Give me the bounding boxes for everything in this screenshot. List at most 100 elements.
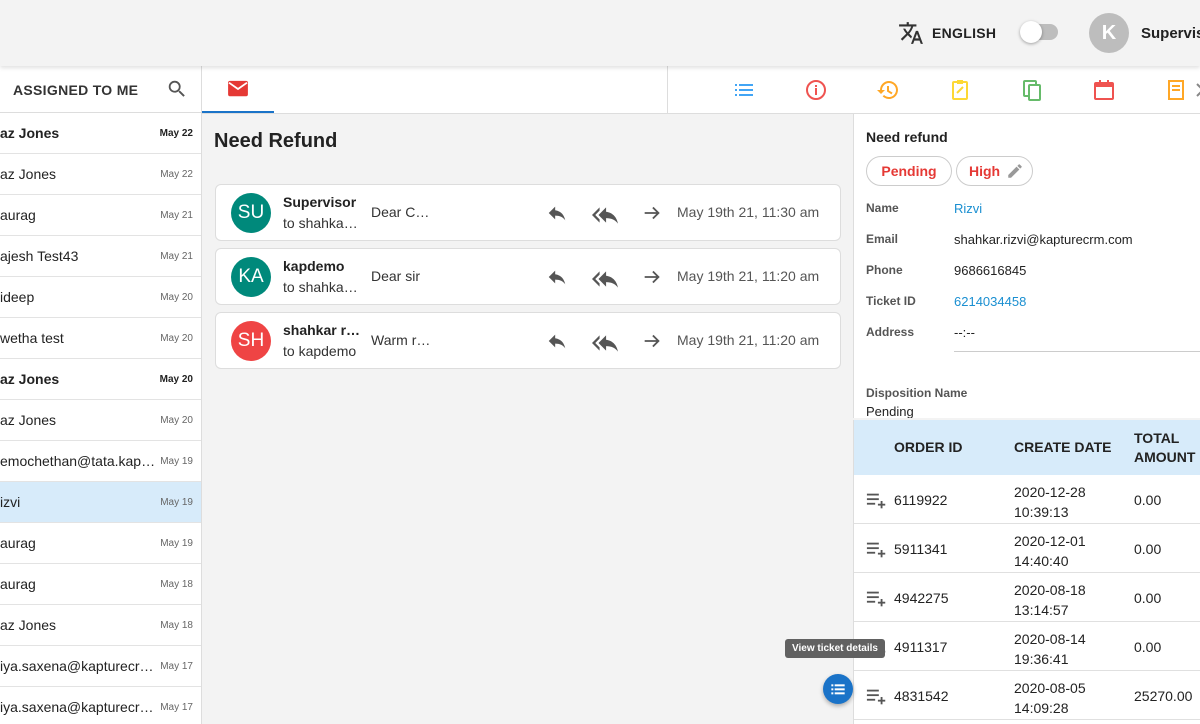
order-date-day: 2020-12-01	[1014, 533, 1086, 549]
email-thread-card[interactable]: SH shahkar rizvi to kapdemo Warm regards…	[215, 312, 841, 369]
view-ticket-details-button[interactable]	[823, 674, 853, 704]
ticket-list-item[interactable]: az Jones May 20	[0, 359, 201, 400]
list-icon[interactable]	[732, 78, 756, 102]
col-order-id[interactable]: ORDER ID	[894, 439, 962, 455]
ticket-list-item-name: aurag	[0, 576, 36, 592]
order-id: 4911317	[894, 639, 948, 655]
ticket-list-item[interactable]: wetha test May 20	[0, 318, 201, 359]
top-bar: ENGLISH K Supervis	[0, 0, 1200, 66]
order-date-day: 2020-08-05	[1014, 680, 1086, 696]
calendar-icon[interactable]	[1092, 78, 1116, 102]
col-create-date[interactable]: CREATE DATE	[1014, 439, 1111, 455]
reply-icon[interactable]	[546, 266, 568, 288]
ticket-list-item-date: May 20	[159, 373, 193, 385]
order-date: 2020-08-18 13:14:57	[1014, 580, 1086, 620]
ticket-list-item[interactable]: az Jones May 18	[0, 605, 201, 646]
language-selector[interactable]: ENGLISH	[898, 20, 996, 46]
ticket-list-item[interactable]: aurag May 21	[0, 195, 201, 236]
ticket-list-item[interactable]: iya.saxena@kapturecrm.com May 17	[0, 687, 201, 724]
ticket-list-item[interactable]: az Jones May 22	[0, 113, 201, 154]
info-icon[interactable]	[804, 78, 828, 102]
translate-icon	[899, 22, 923, 44]
orders-table: ORDER ID CREATE DATE TOTAL AMOUNT 611992…	[853, 420, 1200, 724]
tab-email[interactable]	[202, 66, 274, 113]
add-to-list-icon[interactable]	[866, 490, 888, 510]
ticket-list-item[interactable]: az Jones May 20	[0, 400, 201, 441]
sender-name: kapdemo	[283, 258, 345, 274]
order-date-time: 19:36:41	[1014, 651, 1069, 667]
history-icon[interactable]	[876, 78, 900, 102]
user-avatar[interactable]: K	[1089, 13, 1129, 53]
sender-avatar: SU	[231, 193, 271, 233]
status-chip[interactable]: Pending	[866, 156, 952, 186]
order-date-time: 10:39:13	[1014, 504, 1069, 520]
list-icon	[831, 684, 845, 695]
ticket-list-item[interactable]: ideep May 20	[0, 277, 201, 318]
clipboard-icon[interactable]	[948, 78, 972, 102]
ticket-list-item-date: May 22	[159, 127, 193, 139]
add-to-list-icon[interactable]	[866, 686, 888, 706]
ticket-list-item-name: ajesh Test43	[0, 248, 79, 264]
reply-icon[interactable]	[546, 202, 568, 224]
ticket-list-item[interactable]: aurag May 19	[0, 523, 201, 564]
sender-avatar: KA	[231, 257, 271, 297]
sender-avatar: SH	[231, 321, 271, 361]
order-row[interactable]: 5911341 2020-12-01 14:40:40 0.00	[854, 524, 1200, 573]
ticket-list-item-name: iya.saxena@kapturecrm.com	[0, 658, 156, 674]
sender-name: shahkar rizvi	[283, 322, 361, 338]
forward-icon[interactable]	[641, 330, 663, 352]
ticket-list-item[interactable]: izvi May 19	[0, 482, 201, 523]
col-total-amount[interactable]: TOTAL	[1134, 430, 1179, 446]
email-thread-card[interactable]: KA kapdemo to shahkar.rizvi Dear sir May…	[215, 248, 841, 305]
edit-icon[interactable]	[1006, 162, 1024, 180]
order-amount: 0.00	[1134, 590, 1162, 606]
conversation-title: Need Refund	[214, 130, 338, 152]
order-row[interactable]: 6119922 2020-12-28 10:39:13 0.00	[854, 475, 1200, 524]
ticket-list-item-date: May 18	[160, 578, 193, 590]
order-row[interactable]: 4942275 2020-08-18 13:14:57 0.00	[854, 573, 1200, 622]
orders-table-body: 6119922 2020-12-28 10:39:13 0.00 5911341 …	[854, 475, 1200, 720]
field-value[interactable]: Rizvi	[954, 201, 982, 216]
email-timestamp: May 19th 21, 11:20 am	[677, 268, 820, 284]
receipt-icon[interactable]	[1164, 78, 1188, 102]
order-date: 2020-08-14 19:36:41	[1014, 629, 1086, 669]
ticket-list-item[interactable]: emochethan@tata.kapturecrm.com May 19	[0, 441, 201, 482]
ticket-list: az Jones May 22 az Jones May 22 aurag May …	[0, 113, 201, 724]
field-label: Email	[866, 232, 899, 246]
forward-icon[interactable]	[641, 266, 663, 288]
order-date: 2020-12-01 14:40:40	[1014, 531, 1086, 571]
orders-table-header: ORDER ID CREATE DATE TOTAL AMOUNT	[854, 420, 1200, 475]
order-date-day: 2020-12-28	[1014, 484, 1086, 500]
search-icon[interactable]	[166, 78, 188, 100]
ticket-list-item-name: aurag	[0, 535, 36, 551]
copy-icon[interactable]	[1020, 78, 1044, 102]
order-id: 4831542	[894, 688, 949, 704]
field-label: Phone	[866, 263, 903, 277]
field-label: Ticket ID	[866, 294, 916, 308]
chevron-right-icon[interactable]	[1188, 78, 1200, 102]
ticket-list-item-date: May 18	[160, 619, 193, 631]
add-to-list-icon[interactable]	[866, 539, 888, 559]
email-thread-card[interactable]: SU Supervisor to shahkar.rizvi Dear Cust…	[215, 184, 841, 241]
ticket-list-item[interactable]: ajesh Test43 May 21	[0, 236, 201, 277]
add-to-list-icon[interactable]	[866, 588, 888, 608]
ticket-list-header: ASSIGNED TO ME	[0, 66, 201, 113]
ticket-list-item-name: emochethan@tata.kapturecrm.com	[0, 453, 156, 469]
reply-all-icon[interactable]	[592, 266, 618, 288]
ticket-list-item[interactable]: iya.saxena@kapturecrm.com May 17	[0, 646, 201, 687]
forward-icon[interactable]	[641, 202, 663, 224]
order-row[interactable]: 4831542 2020-08-05 14:09:28 25270.00	[854, 671, 1200, 720]
reply-icon[interactable]	[546, 330, 568, 352]
theme-toggle[interactable]	[1020, 21, 1058, 43]
ticket-list-item[interactable]: az Jones May 22	[0, 154, 201, 195]
order-row[interactable]: 4911317 2020-08-14 19:36:41 0.00	[854, 622, 1200, 671]
reply-all-icon[interactable]	[592, 330, 618, 352]
user-name[interactable]: Supervis	[1141, 25, 1200, 42]
ticket-list-item-name: az Jones	[0, 412, 57, 428]
priority-chip[interactable]: High	[956, 156, 1033, 186]
field-value[interactable]: 6214034458	[954, 294, 1026, 309]
reply-all-icon[interactable]	[592, 202, 618, 224]
ticket-list-item[interactable]: aurag May 18	[0, 564, 201, 605]
language-label: ENGLISH	[932, 25, 997, 41]
ticket-list-item-date: May 20	[160, 332, 193, 344]
